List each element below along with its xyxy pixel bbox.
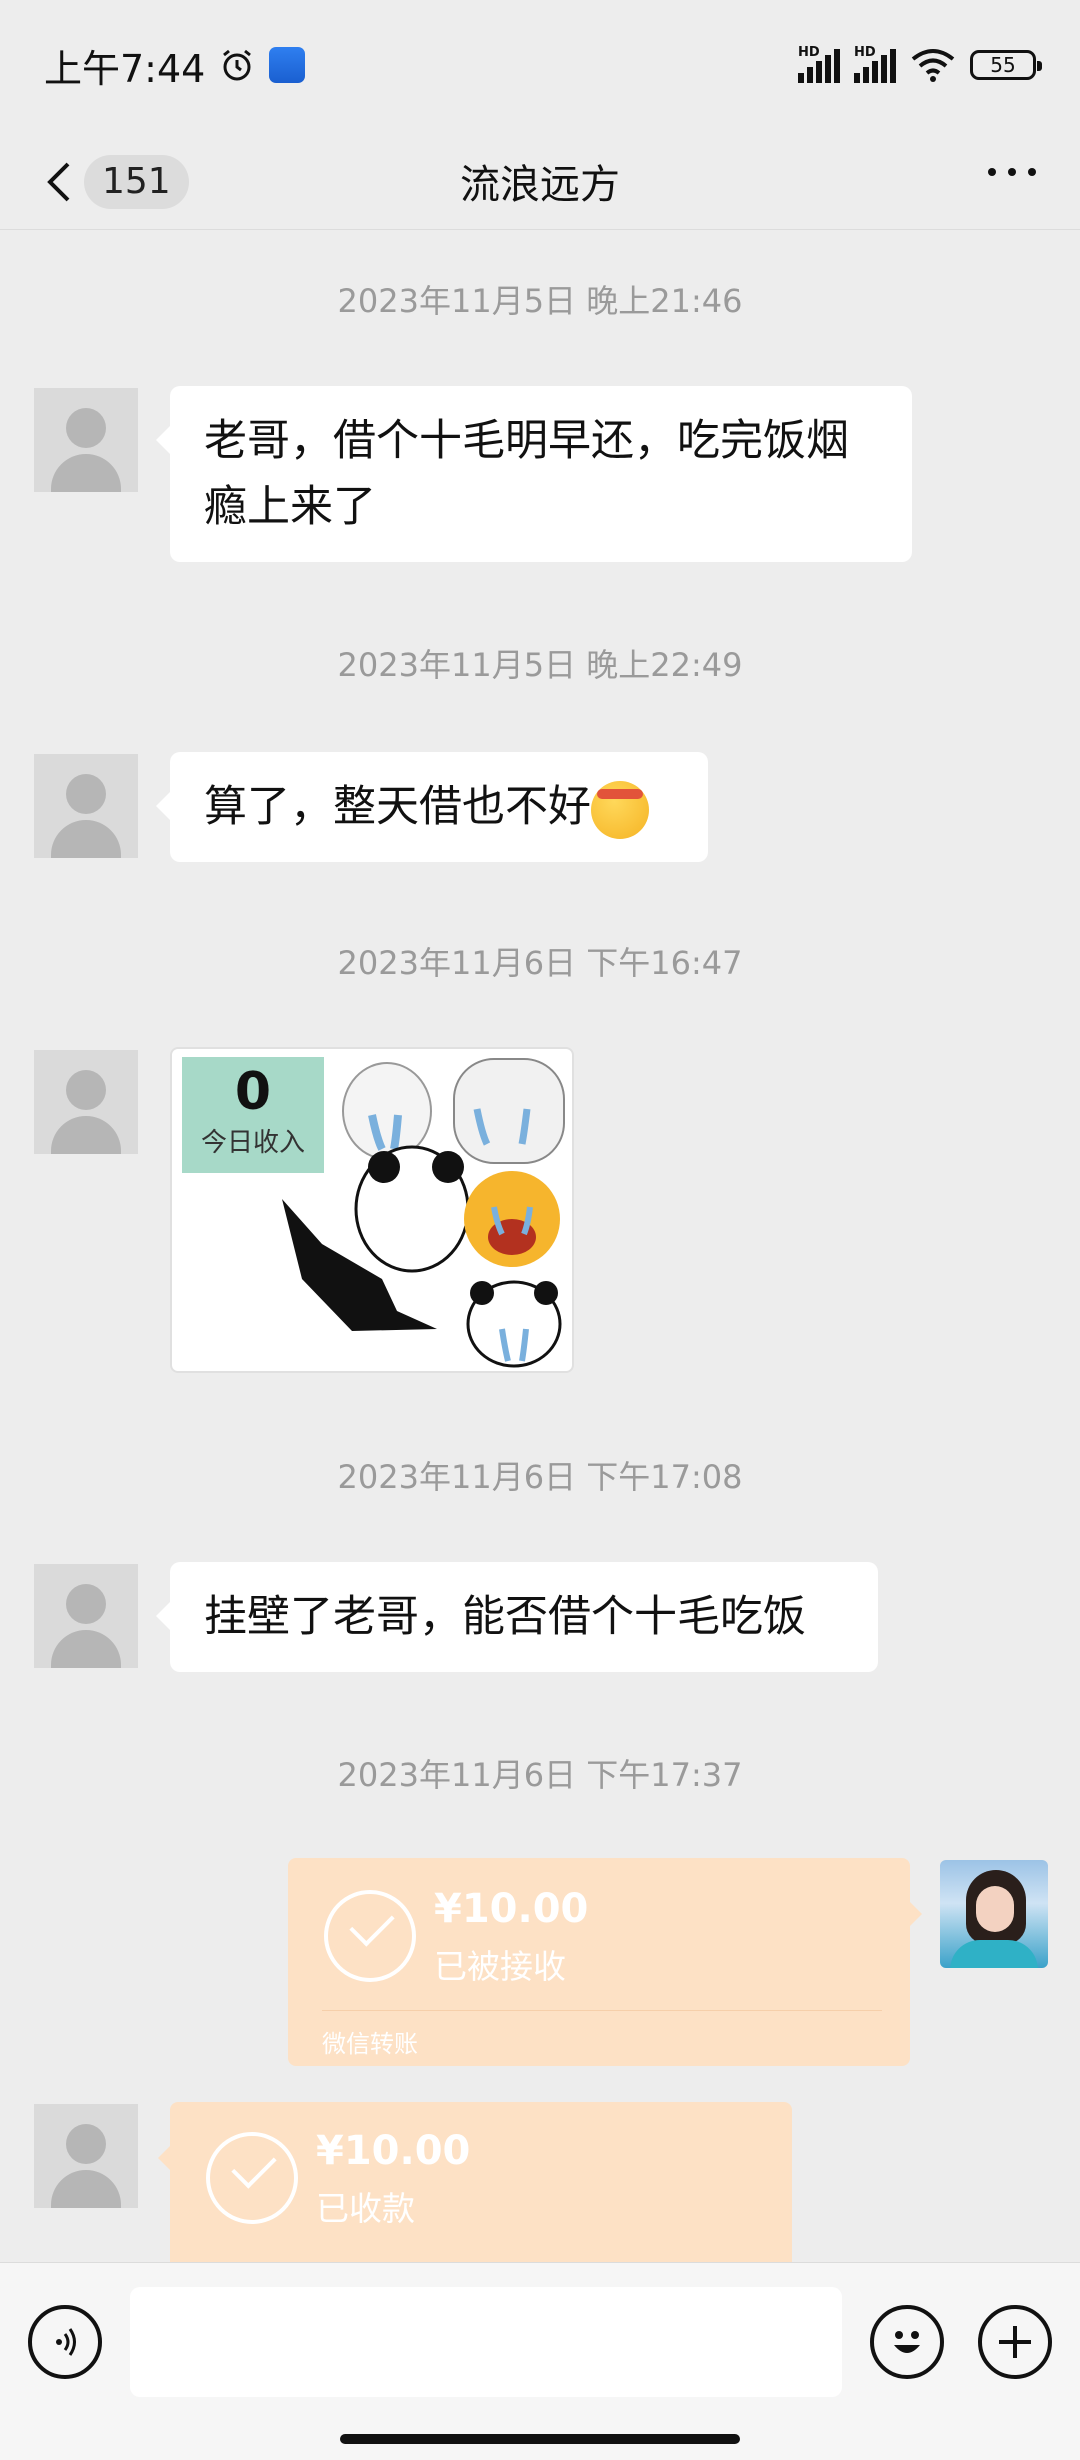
chat-header: 151 流浪远方 xyxy=(0,130,1080,230)
message-timestamp: 2023年11月6日 下午16:47 xyxy=(337,944,743,982)
message-timestamp: 2023年11月6日 下午17:08 xyxy=(337,1458,743,1496)
message-bubble[interactable]: 挂壁了老哥，能否借个十毛吃饭 xyxy=(156,1562,878,1672)
contact-avatar[interactable] xyxy=(34,754,138,858)
transfer-footer-label: 微信转账 xyxy=(322,2030,418,2058)
bubble-tail xyxy=(908,1900,922,1928)
message-timestamp: 2023年11月6日 下午17:37 xyxy=(337,1756,743,1794)
sticker-image[interactable]: 0 今日收入 xyxy=(170,1047,574,1373)
message-text: 算了，整天借也不好 xyxy=(204,782,591,832)
contact-avatar[interactable] xyxy=(34,1050,138,1154)
check-circle-icon xyxy=(324,1890,416,1982)
home-indicator[interactable] xyxy=(340,2434,740,2444)
more-options-icon[interactable] xyxy=(988,168,1036,176)
crying-meme-faces-icon xyxy=(282,1058,565,1368)
battery-icon: 55 xyxy=(970,50,1042,80)
transfer-amount: ¥10.00 xyxy=(316,2128,471,2174)
my-avatar[interactable] xyxy=(940,1860,1048,1968)
app-notification-icon xyxy=(269,47,306,83)
chat-title: 流浪远方 xyxy=(460,162,620,208)
input-bar xyxy=(0,2262,1080,2460)
transfer-status: 已被接收 xyxy=(434,1947,566,1986)
contact-avatar[interactable] xyxy=(34,1564,138,1668)
transfer-amount: ¥10.00 xyxy=(434,1886,589,1932)
message-input[interactable] xyxy=(130,2287,842,2397)
transfer-status: 已收款 xyxy=(316,2189,415,2228)
transfer-sent-card[interactable]: ¥10.00 已被接收 微信转账 xyxy=(288,1858,910,2066)
network-label: HD xyxy=(854,45,876,60)
signal-icon: HD xyxy=(798,45,840,83)
message-timestamp: 2023年11月5日 晚上22:49 xyxy=(337,646,743,684)
status-time: 上午7:44 xyxy=(44,46,206,91)
battery-level: 55 xyxy=(990,53,1016,77)
transfer-received-card[interactable]: ¥10.00 已收款 xyxy=(170,2102,792,2262)
voice-input-icon[interactable] xyxy=(28,2305,102,2379)
network-label: HD xyxy=(798,45,820,60)
message-bubble[interactable]: 算了，整天借也不好 xyxy=(156,752,708,862)
contact-avatar[interactable] xyxy=(34,388,138,492)
emoji-icon[interactable] xyxy=(870,2305,944,2379)
wifi-icon xyxy=(911,49,955,82)
check-circle-icon xyxy=(206,2132,298,2224)
message-bubble[interactable]: 老哥，借个十毛明早还，吃完饭烟瘾上来了 xyxy=(156,386,912,562)
contact-avatar[interactable] xyxy=(34,2104,138,2208)
add-more-icon[interactable] xyxy=(978,2305,1052,2379)
shushing-face-emoji-icon xyxy=(591,780,649,839)
message-timestamp: 2023年11月5日 晚上21:46 xyxy=(337,282,743,320)
signal-icon: HD xyxy=(854,45,896,83)
status-bar: 上午7:44 HD HD 55 xyxy=(0,0,1080,130)
transfer-divider xyxy=(322,2010,882,2011)
alarm-icon xyxy=(223,49,252,81)
